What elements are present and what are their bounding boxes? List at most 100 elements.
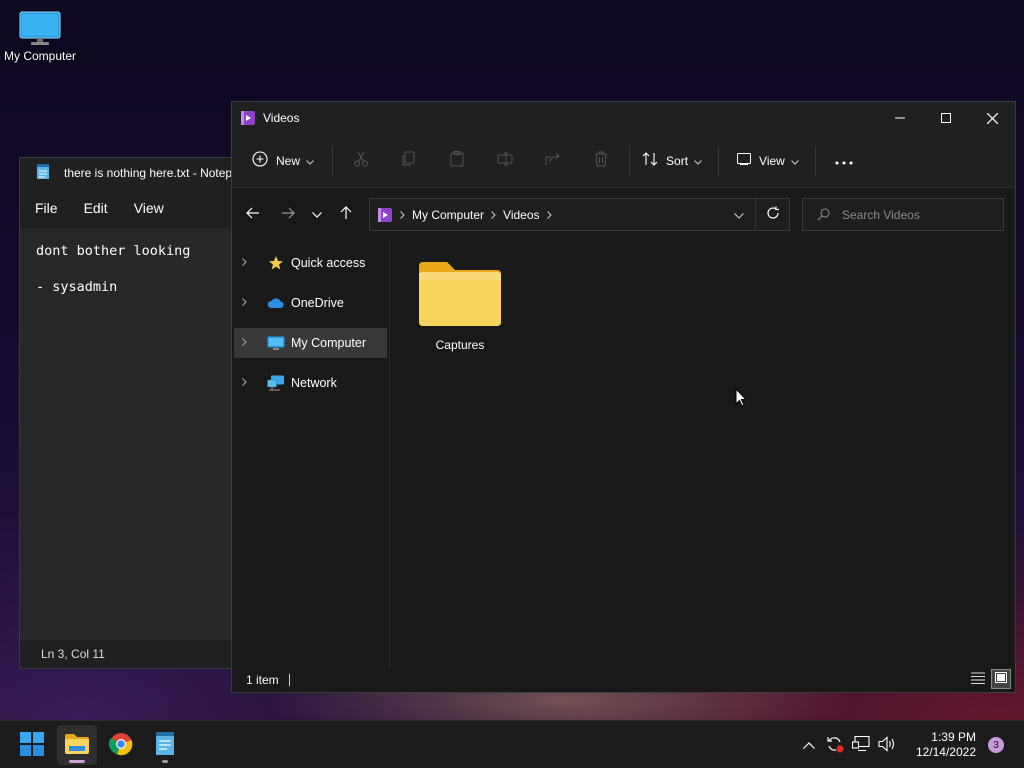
explorer-statusbar: 1 item xyxy=(232,668,1015,692)
clipboard-icon xyxy=(449,151,465,170)
copy-button[interactable] xyxy=(385,144,433,178)
text-line: dont bother looking xyxy=(36,243,191,259)
explorer-titlebar[interactable]: Videos xyxy=(232,102,1015,134)
trash-icon xyxy=(593,151,609,170)
breadcrumb-my-computer[interactable]: My Computer xyxy=(412,208,484,222)
view-label: View xyxy=(759,153,785,168)
text-line xyxy=(36,260,232,278)
notepad-window: there is nothing here.txt - Notepad File… xyxy=(19,157,249,669)
notepad-text-area[interactable]: dont bother looking - sysadmin xyxy=(20,228,248,310)
notepad-statusbar: Ln 3, Col 11 xyxy=(20,640,248,668)
chevron-right-icon[interactable] xyxy=(242,337,254,349)
delete-button[interactable] xyxy=(577,144,625,178)
menu-edit[interactable]: Edit xyxy=(84,200,108,216)
more-options-button[interactable] xyxy=(820,144,868,178)
notepad-icon xyxy=(36,163,50,183)
sync-status-button[interactable] xyxy=(822,735,848,756)
running-indicator xyxy=(162,760,168,763)
volume-button[interactable] xyxy=(874,735,900,755)
details-view-button[interactable] xyxy=(968,669,988,689)
chevron-up-icon xyxy=(803,738,815,752)
network-icon xyxy=(267,375,285,391)
windows-logo-icon xyxy=(20,731,44,759)
sort-button[interactable]: Sort xyxy=(634,144,710,178)
active-indicator xyxy=(69,760,85,763)
share-button[interactable] xyxy=(529,144,577,178)
chevron-down-icon xyxy=(790,154,799,168)
sidebar-item-onedrive[interactable]: OneDrive xyxy=(234,288,387,318)
minimize-button[interactable] xyxy=(877,102,923,134)
address-bar[interactable]: My Computer Videos xyxy=(369,198,790,231)
clock-time: 1:39 PM xyxy=(931,730,976,744)
command-bar: New Sort View xyxy=(232,134,1015,188)
text-line: - sysadmin xyxy=(36,279,118,295)
file-explorer-window: Videos New Sort View My Computer Videos … xyxy=(231,101,1016,693)
large-icons-view-button[interactable] xyxy=(991,669,1011,689)
refresh-button[interactable] xyxy=(755,199,789,230)
show-hidden-icons-button[interactable] xyxy=(796,738,822,752)
sidebar-item-my-computer[interactable]: My Computer xyxy=(234,328,387,358)
divider xyxy=(288,674,290,686)
cloud-icon xyxy=(267,295,285,311)
desktop-icon-my-computer[interactable]: My Computer xyxy=(0,8,80,63)
view-button[interactable]: View xyxy=(729,144,807,178)
menu-file[interactable]: File xyxy=(35,200,58,216)
computer-icon xyxy=(267,335,285,351)
scissors-icon xyxy=(353,151,369,170)
taskbar-notepad[interactable] xyxy=(145,725,185,765)
speaker-icon xyxy=(878,735,896,755)
star-icon xyxy=(267,255,285,271)
window-title: Videos xyxy=(263,111,300,125)
new-button[interactable]: New xyxy=(244,144,322,178)
chevron-right-icon[interactable] xyxy=(242,377,254,389)
paste-button[interactable] xyxy=(433,144,481,178)
sidebar-item-label: Network xyxy=(291,376,337,390)
refresh-icon xyxy=(766,206,780,223)
sidebar-item-quick-access[interactable]: Quick access xyxy=(234,248,387,278)
rename-icon xyxy=(497,151,513,170)
chevron-right-icon[interactable] xyxy=(242,257,254,269)
arrow-left-icon xyxy=(246,207,260,222)
taskbar-chrome[interactable] xyxy=(101,725,141,765)
cut-button[interactable] xyxy=(337,144,385,178)
notification-badge[interactable]: 3 xyxy=(988,737,1004,753)
rename-button[interactable] xyxy=(481,144,529,178)
address-history-button[interactable] xyxy=(723,199,755,230)
forward-button[interactable] xyxy=(272,198,304,230)
maximize-button[interactable] xyxy=(923,102,969,134)
sort-label: Sort xyxy=(666,153,689,168)
notepad-title: there is nothing here.txt - Notepad xyxy=(64,166,246,180)
sidebar-item-label: My Computer xyxy=(291,336,367,350)
videos-icon xyxy=(241,111,255,125)
ellipsis-icon xyxy=(835,154,853,168)
clock[interactable]: 1:39 PM 12/14/2022 xyxy=(916,730,976,760)
item-count: 1 item xyxy=(246,673,279,687)
notepad-menubar: File Edit View xyxy=(20,188,248,228)
recent-locations-button[interactable] xyxy=(304,198,330,230)
taskbar-file-explorer[interactable] xyxy=(57,725,97,765)
folder-item-captures[interactable]: Captures xyxy=(414,256,506,352)
notepad-titlebar[interactable]: there is nothing here.txt - Notepad xyxy=(20,158,248,188)
menu-view[interactable]: View xyxy=(134,200,164,216)
search-input[interactable]: Search Videos xyxy=(802,198,1004,231)
chevron-right-icon[interactable] xyxy=(242,297,254,309)
chrome-icon xyxy=(108,732,133,759)
navigation-bar: My Computer Videos Search Videos xyxy=(232,188,1015,240)
close-button[interactable] xyxy=(969,102,1015,134)
back-button[interactable] xyxy=(237,198,269,230)
search-icon xyxy=(817,208,830,221)
chevron-down-icon xyxy=(306,154,314,168)
network-status-button[interactable] xyxy=(848,735,874,755)
chevron-right-icon xyxy=(546,208,552,222)
start-button[interactable] xyxy=(12,725,52,765)
breadcrumb-videos[interactable]: Videos xyxy=(503,208,539,222)
sync-error-icon xyxy=(826,735,844,756)
view-icon xyxy=(737,153,752,168)
copy-icon xyxy=(401,151,417,170)
sidebar-item-network[interactable]: Network xyxy=(234,368,387,398)
chevron-right-icon xyxy=(491,208,496,222)
notepad-icon xyxy=(155,731,175,759)
chevron-down-icon xyxy=(734,208,744,222)
chevron-down-icon xyxy=(694,154,702,168)
up-button[interactable] xyxy=(330,198,362,230)
